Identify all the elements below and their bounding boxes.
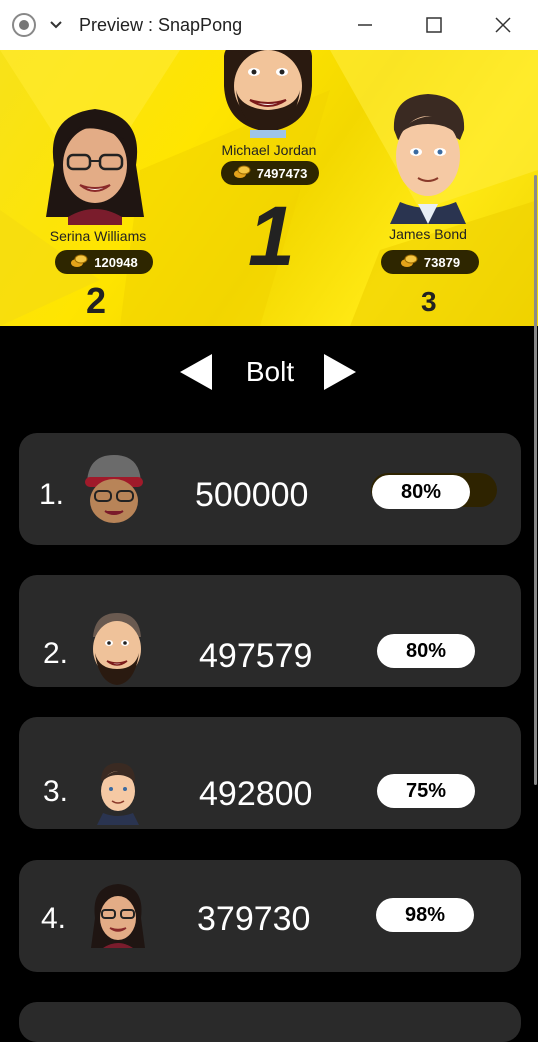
- window-title: Preview : SnapPong: [79, 15, 243, 35]
- row-avatar: [97, 763, 139, 825]
- row-score: 497579: [199, 637, 313, 675]
- minimize-icon[interactable]: [350, 10, 380, 40]
- arrow-right-icon[interactable]: [324, 354, 356, 390]
- chevron-down-icon[interactable]: [43, 12, 69, 38]
- row-rank: 1.: [39, 478, 65, 511]
- row-progress-pill: 75%: [377, 774, 475, 808]
- row-progress-pill: 98%: [376, 898, 474, 932]
- row-avatar: [91, 884, 145, 948]
- first-place-coins-value: 7497473: [256, 165, 308, 181]
- coins-icon: [233, 164, 251, 183]
- avatar-first-place: [224, 50, 312, 138]
- third-place-coins: 73879: [381, 250, 479, 274]
- second-place-coins-value: 120948: [94, 254, 138, 270]
- scrollbar[interactable]: [534, 175, 537, 785]
- row-progress-pill: 80%: [372, 475, 470, 509]
- row-score: 492800: [199, 775, 313, 813]
- row-avatar: [93, 613, 141, 685]
- leaderboard-row[interactable]: 4. 379730 98%: [19, 860, 521, 972]
- row-score: 379730: [197, 900, 311, 938]
- row-score: 500000: [195, 476, 309, 514]
- avatar-second-place: [46, 109, 144, 225]
- first-place-coins: 7497473: [221, 161, 319, 185]
- window-titlebar: Preview : SnapPong: [0, 0, 538, 51]
- row-rank: 3.: [43, 775, 69, 808]
- third-place-name: James Bond: [389, 226, 467, 242]
- arrow-left-icon[interactable]: [180, 354, 212, 390]
- third-place-rank: 3: [421, 286, 437, 317]
- second-place-rank: 2: [86, 280, 107, 321]
- first-place-name: Michael Jordan: [221, 142, 317, 158]
- third-place-coins-value: 73879: [423, 254, 461, 270]
- second-place-name: Serina Williams: [49, 228, 147, 244]
- leaderboard-row[interactable]: 1. 500000 80%: [19, 433, 521, 545]
- app-icon[interactable]: [11, 12, 37, 38]
- second-place-coins: 120948: [55, 250, 153, 274]
- row-rank: 2.: [43, 637, 69, 670]
- row-progress-pill: 80%: [377, 634, 475, 668]
- close-icon[interactable]: [488, 10, 518, 40]
- leaderboard-row[interactable]: 2. 497579 80%: [19, 575, 521, 687]
- coins-icon: [70, 253, 88, 272]
- row-avatar: [85, 455, 143, 523]
- leaderboard-row[interactable]: 3. 492800 75%: [19, 717, 521, 829]
- avatar-third-place: [390, 94, 466, 224]
- category-selector: Bolt: [0, 350, 538, 396]
- category-label: Bolt: [245, 356, 295, 387]
- maximize-icon[interactable]: [419, 10, 449, 40]
- coins-icon: [400, 253, 418, 272]
- leaderboard-row[interactable]: [19, 1002, 521, 1042]
- podium-banner: Michael Jordan 7497473 1 Serina Williams…: [0, 50, 538, 326]
- row-rank: 4.: [41, 902, 67, 935]
- first-place-rank: 1: [248, 189, 295, 283]
